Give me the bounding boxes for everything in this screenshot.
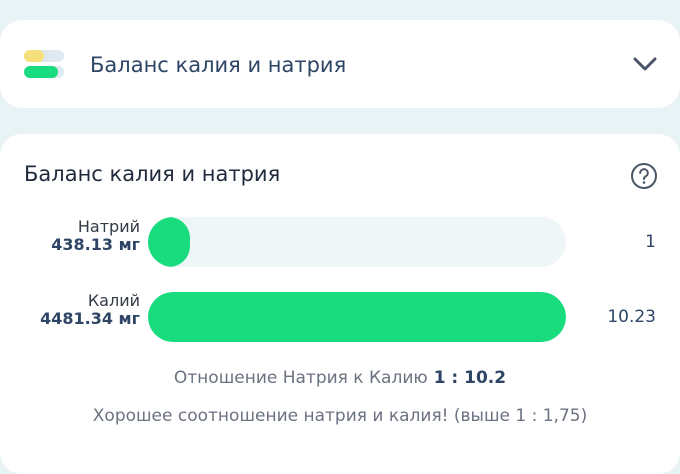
sodium-amount: 438.13 мг [51, 235, 140, 254]
ratio-summary: Отношение Натрия к Калию 1 : 10.2 [0, 368, 680, 388]
balance-details-card: Баланс калия и натрия Натрий 438.13 мг 1… [0, 134, 680, 474]
potassium-bar-track [148, 292, 566, 342]
sodium-name: Натрий [77, 217, 140, 236]
header-title: Баланс калия и натрия [90, 53, 347, 77]
sodium-bar-track [148, 217, 566, 267]
potassium-bar-fill [148, 292, 566, 342]
potassium-ratio-value: 10.23 [607, 307, 656, 327]
balance-bars-icon [24, 50, 64, 78]
ratio-note: Хорошее соотношение натрия и калия! (выш… [92, 406, 588, 426]
balance-header-card[interactable]: Баланс калия и натрия [0, 20, 680, 108]
chevron-down-icon[interactable] [632, 54, 658, 74]
potassium-name: Калий [87, 291, 140, 310]
sodium-label: Натрий 438.13 мг [51, 218, 140, 254]
ratio-summary-label: Отношение Натрия к Калию [173, 368, 428, 388]
question-circle-icon[interactable] [630, 162, 658, 190]
potassium-label: Калий 4481.34 мг [40, 292, 140, 328]
ratio-summary-value: 1 : 10.2 [433, 368, 507, 388]
potassium-amount: 4481.34 мг [40, 309, 140, 328]
section-title: Баланс калия и натрия [24, 162, 281, 186]
sodium-bar-fill [148, 217, 190, 267]
sodium-ratio-value: 1 [645, 232, 656, 252]
